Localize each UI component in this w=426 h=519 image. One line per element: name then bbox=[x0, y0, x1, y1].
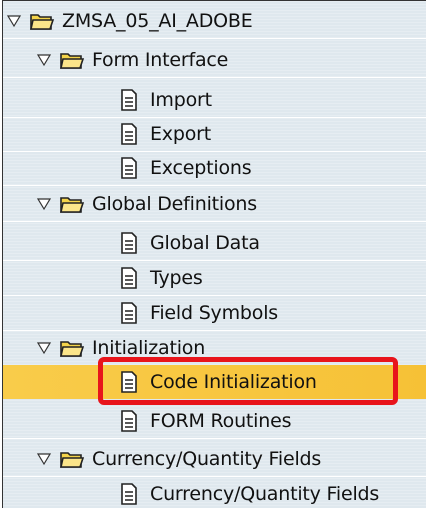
document-icon bbox=[120, 123, 138, 145]
document-icon bbox=[120, 157, 138, 179]
document-icon bbox=[120, 232, 138, 254]
tree-leaf-export[interactable]: Export bbox=[3, 117, 426, 152]
tree-leaf-label: FORM Routines bbox=[150, 410, 292, 432]
triangle-down-icon[interactable] bbox=[37, 53, 51, 67]
document-icon bbox=[120, 410, 138, 432]
tree-leaf-label: Import bbox=[150, 89, 212, 111]
triangle-down-icon[interactable] bbox=[37, 341, 51, 355]
form-tree: ZMSA_05_AI_ADOBE Form Interface Import E… bbox=[2, 0, 426, 509]
folder-open-icon bbox=[29, 11, 55, 31]
triangle-down-icon[interactable] bbox=[37, 452, 51, 466]
tree-leaf-label: Exceptions bbox=[150, 157, 252, 179]
tree-node-initialization[interactable]: Initialization bbox=[3, 331, 426, 366]
triangle-down-icon[interactable] bbox=[37, 197, 51, 211]
tree-leaf-field-symbols[interactable]: Field Symbols bbox=[3, 296, 426, 331]
tree-leaf-import[interactable]: Import bbox=[3, 83, 426, 118]
tree-node-global-definitions[interactable]: Global Definitions bbox=[3, 187, 426, 222]
tree-leaf-code-initialization[interactable]: Code Initialization bbox=[3, 365, 426, 399]
tree-leaf-types[interactable]: Types bbox=[3, 261, 426, 296]
tree-node-currency-quantity-fields[interactable]: Currency/Quantity Fields bbox=[3, 442, 426, 477]
tree-leaf-currency-quantity-fields[interactable]: Currency/Quantity Fields bbox=[3, 477, 426, 509]
tree-leaf-form-routines[interactable]: FORM Routines bbox=[3, 404, 426, 439]
tree-leaf-label: Global Data bbox=[150, 232, 260, 254]
triangle-down-icon[interactable] bbox=[7, 14, 21, 28]
tree-leaf-label: Code Initialization bbox=[150, 371, 317, 393]
tree-node-label: Global Definitions bbox=[92, 193, 257, 215]
document-icon bbox=[120, 483, 138, 505]
bottom-margin bbox=[0, 508, 426, 519]
tree-node-root[interactable]: ZMSA_05_AI_ADOBE bbox=[3, 4, 426, 39]
tree-node-label: Initialization bbox=[92, 337, 206, 359]
folder-open-icon bbox=[59, 449, 85, 469]
tree-node-label: Currency/Quantity Fields bbox=[92, 448, 322, 470]
tree-node-label: ZMSA_05_AI_ADOBE bbox=[62, 10, 253, 32]
tree-node-form-interface[interactable]: Form Interface bbox=[3, 43, 426, 78]
tree-leaf-label: Currency/Quantity Fields bbox=[150, 483, 380, 505]
folder-open-icon bbox=[59, 194, 85, 214]
document-icon bbox=[120, 89, 138, 111]
tree-leaf-exceptions[interactable]: Exceptions bbox=[3, 151, 426, 186]
tree-leaf-label: Export bbox=[150, 123, 211, 145]
tree-leaf-label: Field Symbols bbox=[150, 302, 278, 324]
folder-open-icon bbox=[59, 50, 85, 70]
tree-leaf-global-data[interactable]: Global Data bbox=[3, 226, 426, 261]
tree-node-label: Form Interface bbox=[92, 49, 229, 71]
document-icon bbox=[120, 371, 138, 393]
document-icon bbox=[120, 302, 138, 324]
tree-leaf-label: Types bbox=[150, 267, 203, 289]
document-icon bbox=[120, 267, 138, 289]
folder-open-icon bbox=[59, 338, 85, 358]
